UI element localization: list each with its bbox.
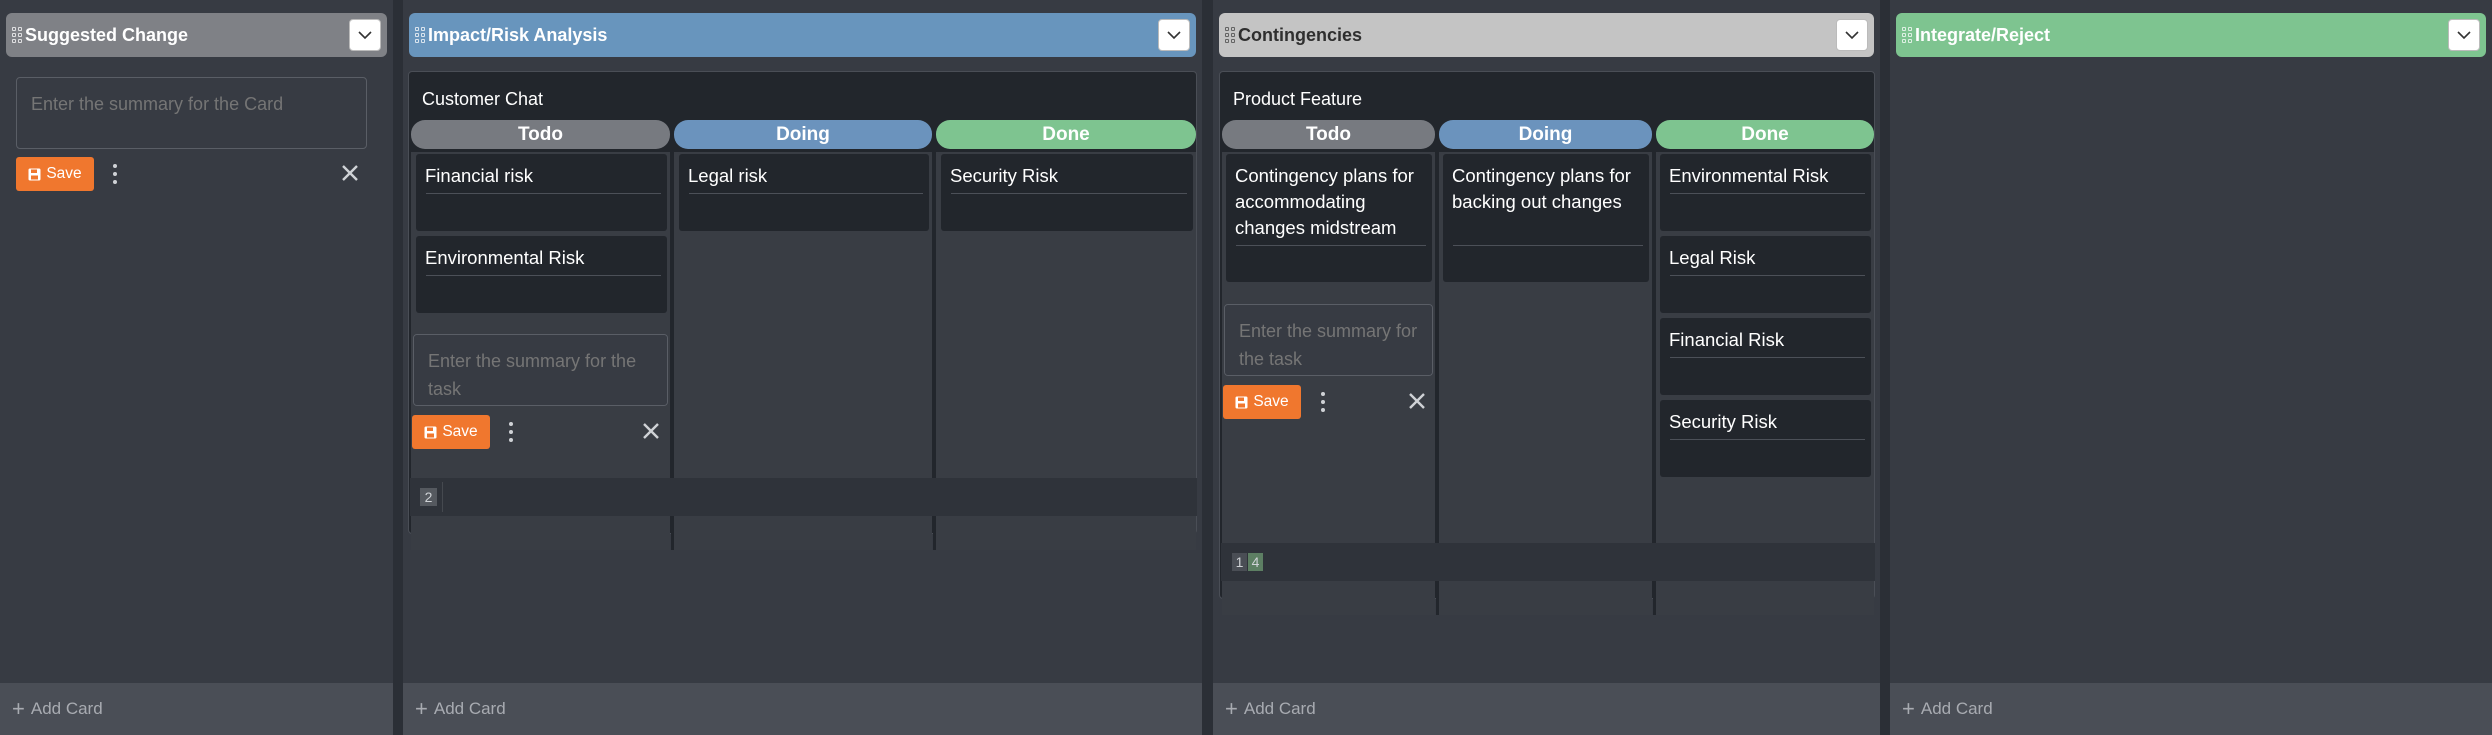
save-task-button[interactable]: Save (1223, 385, 1301, 419)
task-card[interactable]: Legal risk (679, 154, 929, 231)
task-title: Contingency plans for backing out change… (1452, 165, 1631, 212)
grip-dots-icon[interactable] (1224, 22, 1236, 48)
add-card-button[interactable]: + Add Card (403, 683, 1202, 735)
save-label: Save (442, 423, 478, 440)
task-title: Legal Risk (1669, 247, 1756, 268)
new-task-input[interactable] (413, 334, 668, 406)
task-title: Financial risk (425, 165, 533, 186)
lane-title: Contingencies (1238, 24, 1363, 45)
plus-icon: + (415, 696, 428, 721)
column-header-todo: Todo (1222, 120, 1435, 149)
chevron-down-icon[interactable] (2448, 19, 2480, 51)
add-card-button[interactable]: + Add Card (1890, 683, 2492, 735)
close-x-icon[interactable] (1407, 391, 1427, 411)
add-card-button[interactable]: + Add Card (1213, 683, 1880, 735)
lane-contingencies: Contingencies Product Feature Todo Doing… (1213, 0, 1880, 735)
task-title: Security Risk (950, 165, 1058, 186)
floppy-disk-icon (424, 426, 437, 438)
task-card[interactable]: Environmental Risk (1660, 154, 1871, 231)
column-header-todo: Todo (411, 120, 670, 149)
page-number[interactable]: 4 (1248, 553, 1263, 571)
task-card[interactable]: Security Risk (941, 154, 1193, 231)
kebab-menu-icon[interactable] (506, 422, 516, 442)
card-product-feature[interactable]: Product Feature Todo Doing Done Continge… (1219, 71, 1875, 615)
floppy-disk-icon (28, 168, 41, 180)
lane-suggested-change: Suggested Change Save + Add Card (0, 0, 393, 735)
new-task-input[interactable] (1224, 304, 1433, 376)
pagination: 1 4 (1221, 543, 1875, 581)
column-header-done: Done (1656, 120, 1874, 149)
close-x-icon[interactable] (641, 421, 661, 441)
add-card-label: Add Card (1920, 699, 1993, 718)
task-card[interactable]: Financial Risk (1660, 318, 1871, 395)
card-title: Customer Chat (422, 89, 544, 109)
lane-title: Suggested Change (25, 24, 189, 45)
lane-header[interactable]: Contingencies (1219, 13, 1874, 57)
task-card[interactable]: Contingency plans for backing out change… (1443, 154, 1649, 282)
plus-icon: + (1902, 696, 1915, 721)
task-title: Environmental Risk (425, 247, 585, 268)
save-label: Save (1253, 393, 1289, 410)
add-card-button[interactable]: + Add Card (0, 683, 393, 735)
grip-dots-icon[interactable] (11, 22, 23, 48)
plus-icon: + (1225, 696, 1238, 721)
task-card[interactable]: Security Risk (1660, 400, 1871, 477)
lane-title: Impact/Risk Analysis (428, 24, 608, 45)
column-header-doing: Doing (1439, 120, 1652, 149)
save-label: Save (46, 165, 82, 182)
task-card[interactable]: Contingency plans for accommodating chan… (1226, 154, 1432, 282)
close-x-icon[interactable] (340, 163, 360, 183)
kebab-menu-icon[interactable] (110, 164, 120, 184)
lane-header[interactable]: Integrate/Reject (1896, 13, 2486, 57)
chevron-down-icon[interactable] (1158, 19, 1190, 51)
save-task-button[interactable]: Save (412, 415, 490, 449)
task-title: Financial Risk (1669, 329, 1785, 350)
lane-impact-risk-analysis: Impact/Risk Analysis Customer Chat Todo … (403, 0, 1202, 735)
lane-title: Integrate/Reject (1915, 24, 2051, 45)
column-header-done: Done (936, 120, 1196, 149)
task-card[interactable]: Environmental Risk (416, 236, 667, 313)
page-number[interactable]: 2 (420, 488, 437, 506)
task-title: Environmental Risk (1669, 165, 1829, 186)
task-card[interactable]: Financial risk (416, 154, 667, 231)
column-header-doing: Doing (674, 120, 932, 149)
card-title: Product Feature (1233, 89, 1363, 109)
chevron-down-icon[interactable] (1836, 19, 1868, 51)
grip-dots-icon[interactable] (414, 22, 426, 48)
task-card[interactable]: Legal Risk (1660, 236, 1871, 313)
kebab-menu-icon[interactable] (1318, 392, 1328, 412)
plus-icon: + (12, 696, 25, 721)
task-title: Contingency plans for accommodating chan… (1235, 165, 1414, 238)
lane-header[interactable]: Impact/Risk Analysis (409, 13, 1196, 57)
card-customer-chat[interactable]: Customer Chat Todo Doing Done Financial … (408, 71, 1197, 550)
floppy-disk-icon (1235, 396, 1248, 408)
chevron-down-icon[interactable] (349, 19, 381, 51)
lane-header[interactable]: Suggested Change (6, 13, 387, 57)
lane-integrate-reject: Integrate/Reject + Add Card (1890, 0, 2492, 735)
pagination: 2 (410, 478, 1197, 516)
new-card-input[interactable] (16, 77, 367, 149)
task-title: Legal risk (688, 165, 768, 186)
add-card-label: Add Card (1243, 699, 1316, 718)
add-card-label: Add Card (30, 699, 103, 718)
page-number[interactable]: 1 (1232, 553, 1247, 571)
grip-dots-icon[interactable] (1901, 22, 1913, 48)
add-card-label: Add Card (433, 699, 506, 718)
task-title: Security Risk (1669, 411, 1777, 432)
save-card-button[interactable]: Save (16, 157, 94, 191)
